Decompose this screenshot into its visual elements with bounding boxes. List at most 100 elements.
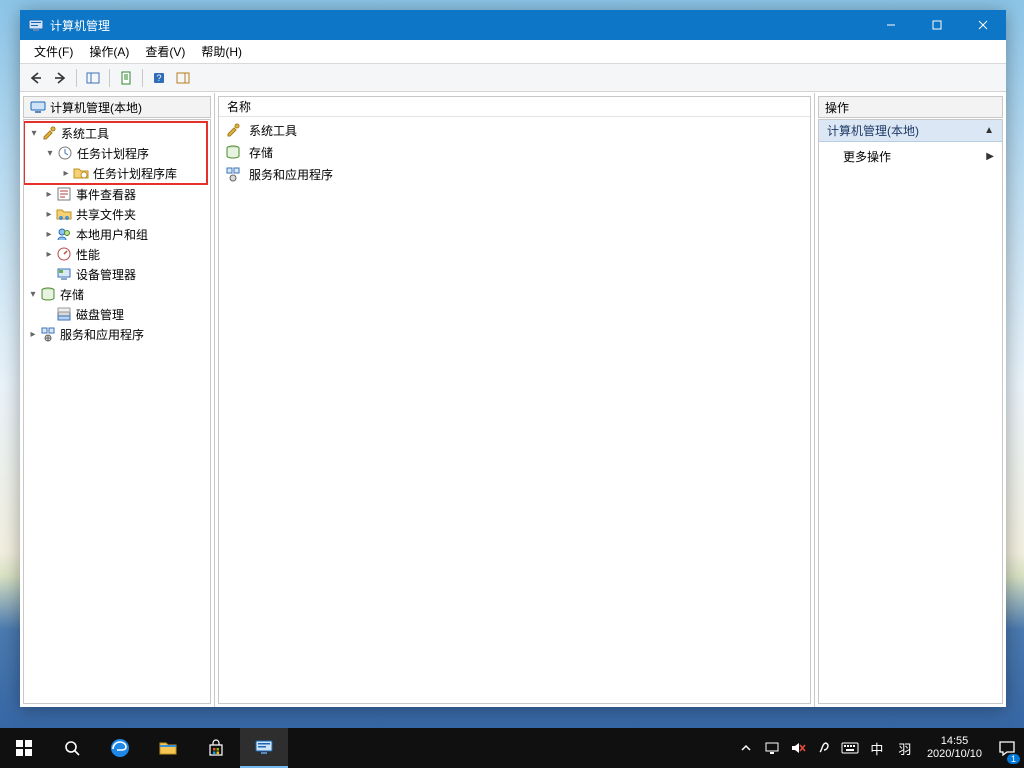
services-apps-icon xyxy=(40,326,56,342)
column-header-label: 名称 xyxy=(227,98,251,115)
chevron-right-icon[interactable]: ▸ xyxy=(42,229,56,240)
scope-root-tab[interactable]: 计算机管理(本地) xyxy=(23,96,211,118)
taskbar-app-file-explorer[interactable] xyxy=(144,728,192,768)
device-manager-icon xyxy=(56,266,72,282)
list-item[interactable]: 服务和应用程序 xyxy=(219,163,810,185)
tray-keyboard-icon[interactable] xyxy=(841,739,859,757)
result-pane: 名称 系统工具 存储 服务和应用程序 xyxy=(214,93,814,707)
tree-node-label: 存储 xyxy=(60,286,84,303)
window-title: 计算机管理 xyxy=(50,17,868,34)
tray-misc-icon[interactable] xyxy=(815,739,833,757)
menu-view[interactable]: 查看(V) xyxy=(137,41,193,62)
menu-file[interactable]: 文件(F) xyxy=(26,41,81,62)
chevron-down-icon[interactable]: ▾ xyxy=(27,128,41,139)
collapse-up-icon: ▲ xyxy=(984,125,994,136)
action-link-label: 更多操作 xyxy=(843,148,891,165)
tray-volume-muted-icon[interactable] xyxy=(789,739,807,757)
leaf-spacer-icon: ▸ xyxy=(42,309,56,320)
tray-ime-indicator-1[interactable]: 中 xyxy=(867,739,887,757)
action-more-actions[interactable]: 更多操作 ▶ xyxy=(819,142,1002,171)
tree-node-device-manager[interactable]: ▸ 设备管理器 xyxy=(24,264,210,284)
result-list: 系统工具 存储 服务和应用程序 xyxy=(219,117,810,187)
chevron-down-icon[interactable]: ▾ xyxy=(26,289,40,300)
scope-pane: 计算机管理(本地) ▾ 系统工具 ▾ 任务计划程序 xyxy=(20,93,214,707)
services-apps-icon xyxy=(225,166,241,182)
performance-icon xyxy=(56,246,72,262)
tree-node-label: 性能 xyxy=(76,246,100,263)
actions-pane-header: 操作 xyxy=(818,96,1003,118)
tree-node-label: 共享文件夹 xyxy=(76,206,136,223)
tree-node-label: 任务计划程序 xyxy=(77,145,149,162)
window-controls xyxy=(868,10,1006,40)
taskbar-app-microsoft-store[interactable] xyxy=(192,728,240,768)
folder-clock-icon xyxy=(73,165,89,181)
column-header-name[interactable]: 名称 xyxy=(219,97,810,117)
tray-overflow-button[interactable] xyxy=(737,739,755,757)
taskbar-search-button[interactable] xyxy=(48,728,96,768)
users-icon xyxy=(56,226,72,242)
tree-node-services-and-apps[interactable]: ▸ 服务和应用程序 xyxy=(24,324,210,344)
storage-icon xyxy=(40,286,56,302)
list-item[interactable]: 存储 xyxy=(219,141,810,163)
tray-ime-indicator-2[interactable]: 羽 xyxy=(895,739,915,757)
properties-button[interactable] xyxy=(115,67,137,89)
notification-badge: 1 xyxy=(1007,754,1020,764)
svg-text:?: ? xyxy=(156,73,161,83)
tree-node-label: 磁盘管理 xyxy=(76,306,124,323)
tree-node-system-tools[interactable]: ▾ 系统工具 xyxy=(25,123,206,143)
start-button[interactable] xyxy=(0,728,48,768)
tree-node-label: 本地用户和组 xyxy=(76,226,148,243)
show-hide-action-pane-button[interactable] xyxy=(172,67,194,89)
show-hide-tree-button[interactable] xyxy=(82,67,104,89)
tree-node-shared-folders[interactable]: ▸ 共享文件夹 xyxy=(24,204,210,224)
menu-help[interactable]: 帮助(H) xyxy=(193,41,250,62)
tools-icon xyxy=(225,122,241,138)
taskbar-clock[interactable]: 14:55 2020/10/10 xyxy=(919,735,990,761)
toolbar: ? xyxy=(20,64,1006,92)
action-center-button[interactable]: 1 xyxy=(990,728,1024,768)
tree-node-task-scheduler-library[interactable]: ▸ 任务计划程序库 xyxy=(25,163,206,183)
toolbar-separator xyxy=(142,69,143,87)
chevron-right-icon[interactable]: ▸ xyxy=(59,168,73,179)
taskbar-app-computer-management[interactable] xyxy=(240,728,288,768)
scope-root-label: 计算机管理(本地) xyxy=(50,99,142,116)
menu-action[interactable]: 操作(A) xyxy=(81,41,137,62)
close-button[interactable] xyxy=(960,10,1006,40)
tree-node-local-users-groups[interactable]: ▸ 本地用户和组 xyxy=(24,224,210,244)
system-tray: 中 羽 xyxy=(733,739,919,757)
actions-pane: 操作 计算机管理(本地) ▲ 更多操作 ▶ xyxy=(814,93,1006,707)
tree-node-event-viewer[interactable]: ▸ 事件查看器 xyxy=(24,184,210,204)
ime-label-2: 羽 xyxy=(898,739,911,758)
chevron-right-icon[interactable]: ▸ xyxy=(42,209,56,220)
tree-node-label: 任务计划程序库 xyxy=(93,165,177,182)
clock-date: 2020/10/10 xyxy=(927,748,982,761)
nav-back-button[interactable] xyxy=(25,67,47,89)
tree-node-performance[interactable]: ▸ 性能 xyxy=(24,244,210,264)
chevron-right-icon[interactable]: ▸ xyxy=(26,329,40,340)
toolbar-separator xyxy=(76,69,77,87)
titlebar[interactable]: 计算机管理 xyxy=(20,10,1006,40)
tree-node-storage[interactable]: ▾ 存储 xyxy=(24,284,210,304)
tree-node-disk-management[interactable]: ▸ 磁盘管理 xyxy=(24,304,210,324)
actions-group-header[interactable]: 计算机管理(本地) ▲ xyxy=(819,120,1002,142)
app-icon xyxy=(28,17,44,33)
tray-display-icon[interactable] xyxy=(763,739,781,757)
tree-node-task-scheduler[interactable]: ▾ 任务计划程序 xyxy=(25,143,206,163)
list-item-label: 存储 xyxy=(249,144,273,161)
tools-icon xyxy=(41,125,57,141)
taskbar: 中 羽 14:55 2020/10/10 1 xyxy=(0,728,1024,768)
chevron-right-icon[interactable]: ▸ xyxy=(42,249,56,260)
list-item[interactable]: 系统工具 xyxy=(219,119,810,141)
maximize-button[interactable] xyxy=(914,10,960,40)
help-button[interactable]: ? xyxy=(148,67,170,89)
event-viewer-icon xyxy=(56,186,72,202)
computer-icon xyxy=(30,99,46,115)
minimize-button[interactable] xyxy=(868,10,914,40)
chevron-down-icon[interactable]: ▾ xyxy=(43,148,57,159)
chevron-right-icon[interactable]: ▸ xyxy=(42,189,56,200)
nav-forward-button[interactable] xyxy=(49,67,71,89)
tree-node-label: 服务和应用程序 xyxy=(60,326,144,343)
menubar: 文件(F) 操作(A) 查看(V) 帮助(H) xyxy=(20,40,1006,64)
taskbar-app-edge[interactable] xyxy=(96,728,144,768)
tree-node-label: 系统工具 xyxy=(61,125,109,142)
